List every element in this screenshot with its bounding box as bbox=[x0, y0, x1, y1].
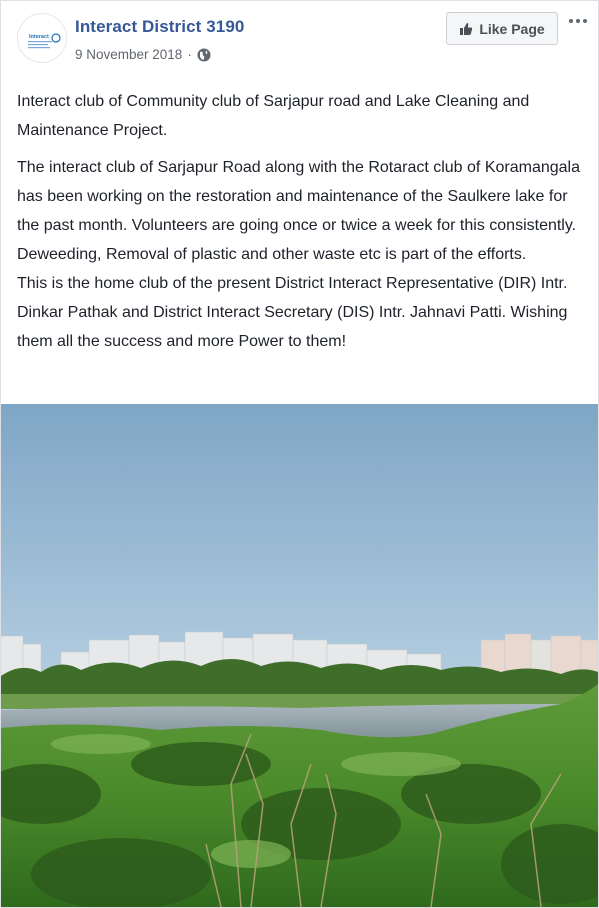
like-page-label: Like Page bbox=[479, 20, 545, 37]
more-options-icon[interactable] bbox=[567, 11, 589, 31]
facebook-post: Interact Interact District 3190 9 Novemb… bbox=[0, 0, 599, 908]
thumbs-up-icon bbox=[460, 22, 473, 35]
post-meta: 9 November 2018 · bbox=[75, 47, 211, 62]
post-paragraph-1: Interact club of Community club of Sarja… bbox=[17, 93, 530, 139]
svg-text:Interact: Interact bbox=[29, 34, 49, 40]
post-text: Interact club of Community club of Sarja… bbox=[17, 87, 587, 364]
lake-photo[interactable] bbox=[1, 404, 598, 907]
post-date[interactable]: 9 November 2018 bbox=[75, 47, 182, 62]
interact-logo-icon: Interact bbox=[18, 14, 66, 62]
globe-icon[interactable] bbox=[197, 48, 211, 62]
like-page-button[interactable]: Like Page bbox=[446, 12, 558, 45]
dot bbox=[576, 19, 580, 23]
meta-separator: · bbox=[187, 47, 192, 62]
page-name-link[interactable]: Interact District 3190 bbox=[75, 17, 244, 37]
page-avatar[interactable]: Interact bbox=[17, 13, 67, 63]
dot bbox=[569, 19, 573, 23]
dot bbox=[583, 19, 587, 23]
post-header: Interact Interact District 3190 9 Novemb… bbox=[1, 1, 598, 79]
post-paragraph-2: The interact club of Sarjapur Road along… bbox=[17, 159, 580, 350]
